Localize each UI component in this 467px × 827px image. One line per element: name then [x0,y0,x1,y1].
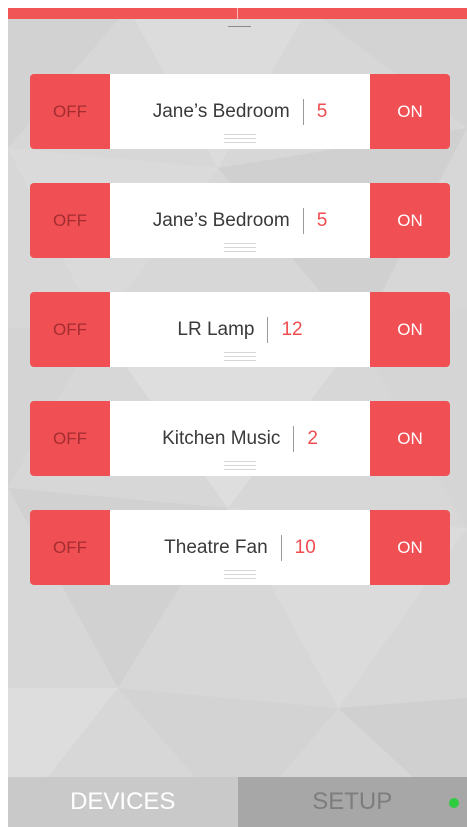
device-info[interactable]: Kitchen Music 2 [110,401,370,476]
pull-handle-line[interactable] [228,26,251,27]
on-button[interactable]: ON [370,292,450,367]
device-info[interactable]: Jane’s Bedroom 5 [110,183,370,258]
off-button[interactable]: OFF [30,510,110,585]
divider [293,425,295,452]
bottom-tab-bar: DEVICES SETUP [8,777,467,827]
device-name: Jane’s Bedroom [152,100,290,122]
device-row: OFF Kitchen Music 2 ON [30,401,450,476]
tab-setup[interactable]: SETUP [237,777,467,827]
on-button[interactable]: ON [370,74,450,149]
on-button[interactable]: ON [370,510,450,585]
device-name: Kitchen Music [162,427,281,449]
app-screen: OFF Jane’s Bedroom 5 ON OFF Jane’s Bedro… [8,8,467,827]
divider [302,98,304,125]
tab-devices[interactable]: DEVICES [8,777,238,827]
off-button[interactable]: OFF [30,74,110,149]
device-info[interactable]: Theatre Fan 10 [110,510,370,585]
divider [280,534,282,561]
drag-handle-icon[interactable] [224,567,256,581]
device-row: OFF Theatre Fan 10 ON [30,510,450,585]
tab-setup-label: SETUP [312,788,393,815]
device-count: 5 [316,209,328,231]
device-row: OFF Jane’s Bedroom 5 ON [30,74,450,149]
off-button[interactable]: OFF [30,183,110,258]
top-bar-left-segment [8,8,237,19]
on-button[interactable]: ON [370,183,450,258]
online-status-dot-icon [449,798,459,808]
divider [267,316,269,343]
divider [302,207,304,234]
device-row: OFF LR Lamp 12 ON [30,292,450,367]
top-accent-bar [8,8,467,19]
drag-handle-icon[interactable] [224,131,256,145]
device-name: LR Lamp [177,318,255,340]
device-row: OFF Jane’s Bedroom 5 ON [30,183,450,258]
off-button[interactable]: OFF [30,401,110,476]
device-count: 2 [307,427,318,449]
device-name: Theatre Fan [164,536,268,558]
drag-handle-icon[interactable] [224,458,256,472]
device-info[interactable]: LR Lamp 12 [110,292,370,367]
drag-handle-icon[interactable] [224,349,256,363]
on-button[interactable]: ON [370,401,450,476]
off-button[interactable]: OFF [30,292,110,367]
device-info[interactable]: Jane’s Bedroom 5 [110,74,370,149]
device-count: 5 [316,100,328,122]
device-count: 12 [281,318,303,340]
device-name: Jane’s Bedroom [152,209,290,231]
drag-handle-icon[interactable] [224,240,256,254]
top-bar-right-segment [238,8,467,19]
device-count: 10 [294,536,316,558]
